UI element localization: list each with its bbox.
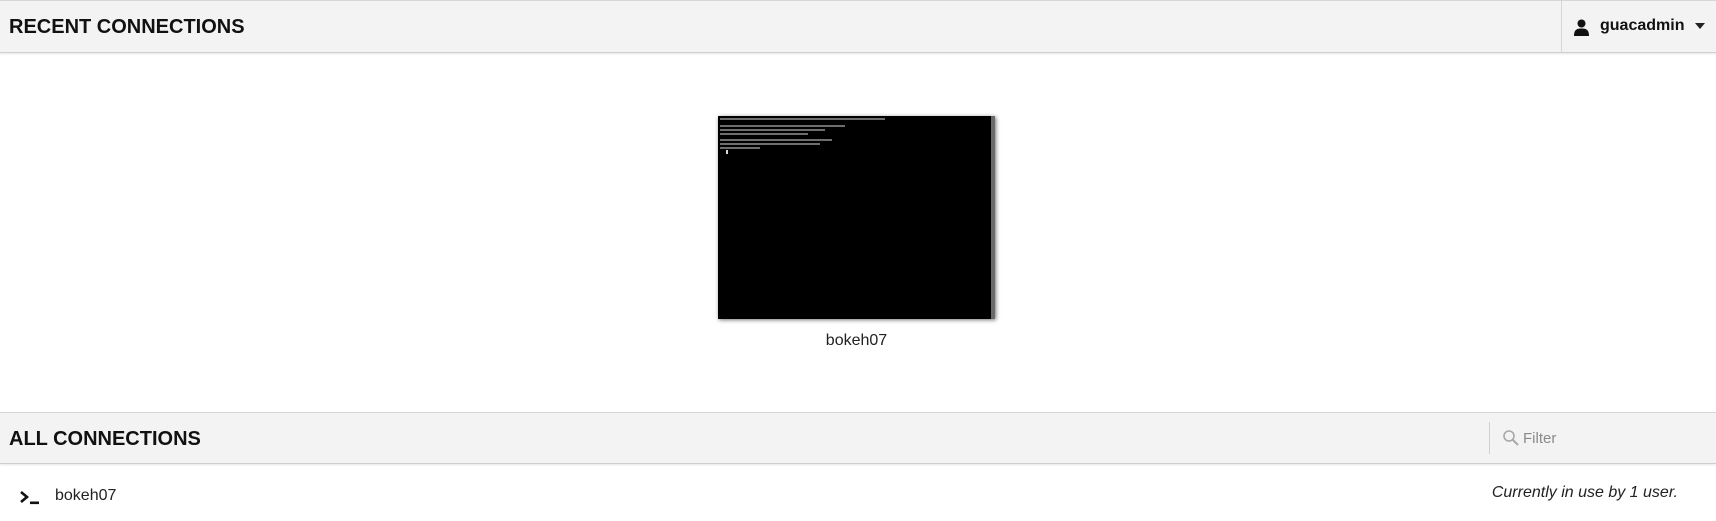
thumbnail-cursor <box>726 150 728 154</box>
filter-box <box>1489 422 1716 454</box>
connection-status: Currently in use by 1 user. <box>1491 484 1678 501</box>
recent-connection-name[interactable]: bokeh07 <box>718 332 995 350</box>
thumbnail-text-line <box>720 118 885 120</box>
connection-list-item[interactable]: bokeh07 Currently in use by 1 user. <box>0 482 1716 512</box>
filter-input[interactable] <box>1523 426 1703 450</box>
terminal-icon <box>20 491 39 505</box>
user-menu-button[interactable]: guacadmin <box>1561 1 1716 52</box>
thumbnail-text-line <box>720 139 832 141</box>
thumbnail-text-line <box>720 133 808 135</box>
all-connections-header: ALL CONNECTIONS <box>0 412 1716 464</box>
thumbnail-text-line <box>720 147 760 149</box>
recent-connections-title: RECENT CONNECTIONS <box>9 16 245 38</box>
connection-name[interactable]: bokeh07 <box>55 487 116 505</box>
all-connections-title: ALL CONNECTIONS <box>9 428 201 450</box>
connection-thumbnail[interactable] <box>718 116 995 319</box>
recent-connection-tile[interactable]: bokeh07 <box>718 116 998 349</box>
user-icon <box>1574 19 1589 36</box>
chevron-down-icon <box>1695 23 1705 29</box>
thumbnail-text-line <box>720 143 820 145</box>
home-page: RECENT CONNECTIONS guacadmin bokeh07 ALL… <box>0 0 1716 521</box>
search-icon <box>1503 430 1519 446</box>
username-label: guacadmin <box>1600 17 1685 34</box>
recent-connections-header: RECENT CONNECTIONS guacadmin <box>0 0 1716 53</box>
thumbnail-scrollbar <box>991 116 995 319</box>
thumbnail-text-line <box>720 129 825 131</box>
thumbnail-text-line <box>720 125 845 127</box>
